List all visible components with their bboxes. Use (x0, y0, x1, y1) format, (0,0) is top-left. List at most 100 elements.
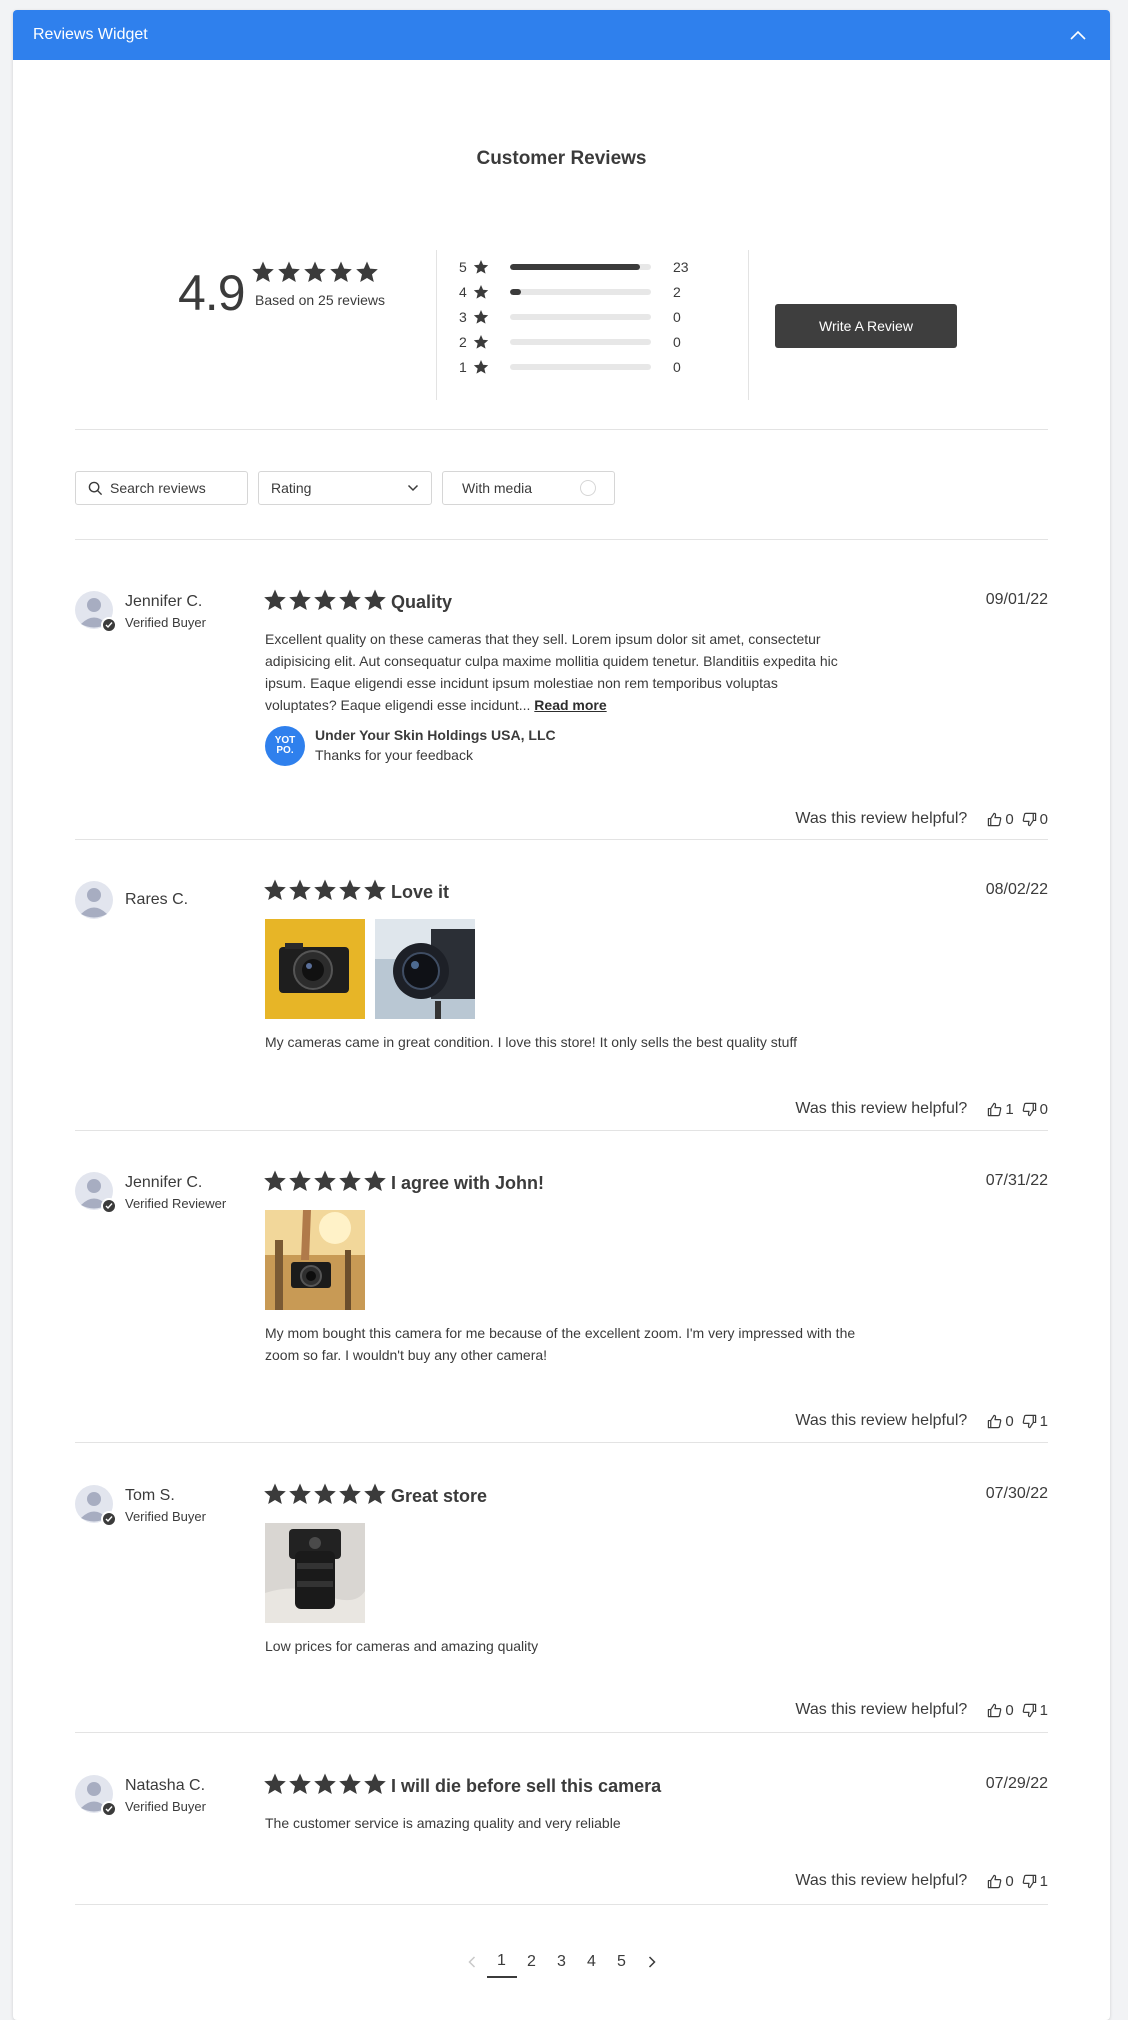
star-icon (304, 261, 326, 282)
thumbs-down-button[interactable]: 1 (1022, 1873, 1048, 1890)
search-box[interactable] (75, 471, 248, 505)
with-media-radio[interactable] (580, 480, 596, 496)
review-title: Quality (391, 592, 453, 612)
star-icon (364, 1483, 386, 1504)
review-photo-camera-street[interactable] (265, 1210, 365, 1310)
rating-dropdown[interactable]: Rating (258, 471, 432, 505)
helpful-votes: Was this review helpful? 0 1 (795, 1701, 1048, 1719)
review-photo-camera-yellow[interactable] (265, 919, 365, 1019)
star-icon (473, 284, 489, 299)
star-icon (314, 1773, 336, 1794)
verified-badge-icon (101, 1801, 117, 1817)
thumbs-down-count: 1 (1039, 1412, 1048, 1430)
thumbs-down-icon (1022, 812, 1036, 826)
thumbs-up-button[interactable]: 0 (987, 1872, 1014, 1890)
page-2-button[interactable]: 2 (517, 1953, 547, 1977)
write-review-button[interactable]: Write A Review (775, 304, 957, 348)
helpful-votes: Was this review helpful? 0 1 (795, 1412, 1048, 1430)
thumbs-up-count: 0 (1005, 1872, 1014, 1890)
divider (75, 1442, 1048, 1443)
star-icon (339, 1170, 361, 1191)
thumbs-down-icon (1022, 1703, 1036, 1717)
review-stars (263, 1772, 387, 1796)
divider (75, 1732, 1048, 1733)
helpful-votes: Was this review helpful? 0 1 (795, 1872, 1048, 1890)
review-photo-camera-lens[interactable] (375, 919, 475, 1019)
helpful-votes: Was this review helpful? 1 0 (795, 1100, 1048, 1118)
thumbs-up-count: 1 (1005, 1100, 1014, 1118)
verified-badge-icon (101, 617, 117, 633)
distribution-row[interactable]: 3 0 (459, 304, 689, 329)
reviewer-name: Tom S. (125, 1487, 175, 1504)
thumbs-up-icon (988, 1414, 1002, 1428)
distribution-bar (510, 338, 651, 345)
star-icon (264, 1773, 286, 1794)
star-icon (364, 1170, 386, 1191)
distribution-count: 2 (673, 283, 681, 300)
review-count: Based on 25 reviews (255, 292, 385, 308)
reply-author: Under Your Skin Holdings USA, LLC (315, 727, 556, 743)
star-icon (289, 589, 311, 610)
star-icon (264, 1483, 286, 1504)
star-icon (314, 589, 336, 610)
distribution-stars: 4 (459, 283, 467, 300)
review-photo-camera-table[interactable] (265, 1523, 365, 1623)
with-media-toggle[interactable]: With media (442, 471, 615, 505)
thumbs-down-button[interactable]: 1 (1022, 1702, 1048, 1719)
star-icon (289, 1773, 311, 1794)
distribution-bar (510, 288, 651, 295)
widget-title: Reviews Widget (33, 26, 148, 43)
reviewer-name: Rares C. (125, 891, 189, 908)
divider (75, 839, 1048, 840)
reviewer-badge: Verified Buyer (125, 1509, 206, 1524)
collapse-button[interactable] (1066, 23, 1090, 47)
review-date: 07/31/22 (985, 1172, 1048, 1189)
avatar (75, 1485, 117, 1527)
divider (436, 250, 437, 400)
star-icon (364, 879, 386, 900)
helpful-votes: Was this review helpful? 0 0 (795, 810, 1048, 828)
chevron-down-icon (407, 484, 419, 492)
star-icon (339, 589, 361, 610)
previous-page-button[interactable] (457, 1956, 487, 1974)
page-1-button[interactable]: 1 (486, 1952, 517, 1978)
distribution-count: 0 (673, 333, 681, 350)
star-icon (264, 589, 286, 610)
review-title: I will die before sell this camera (391, 1776, 662, 1796)
thumbs-down-count: 0 (1039, 810, 1048, 828)
page-3-button[interactable]: 3 (547, 1953, 577, 1977)
page-4-button[interactable]: 4 (577, 1953, 607, 1977)
search-input[interactable] (110, 480, 240, 496)
distribution-row[interactable]: 1 0 (459, 354, 689, 379)
rating-dropdown-label: Rating (271, 480, 312, 496)
review-filters: Rating With media (75, 471, 615, 505)
star-icon (314, 1483, 336, 1504)
thumbs-up-button[interactable]: 0 (987, 811, 1014, 828)
review-stars (263, 878, 387, 902)
thumbs-up-icon (988, 1102, 1002, 1116)
next-page-button[interactable] (637, 1956, 667, 1974)
review-body: The customer service is amazing quality … (265, 1815, 621, 1831)
avatar (75, 881, 113, 919)
thumbs-up-button[interactable]: 0 (987, 1413, 1014, 1430)
distribution-row[interactable]: 5 23 (459, 254, 689, 279)
review-date: 07/29/22 (985, 1775, 1048, 1792)
star-icon (339, 1483, 361, 1504)
thumbs-up-button[interactable]: 1 (987, 1100, 1014, 1118)
review-media (265, 1523, 365, 1623)
distribution-row[interactable]: 4 2 (459, 279, 689, 304)
page-5-button[interactable]: 5 (607, 1953, 637, 1977)
review-body: Excellent quality on these cameras that … (265, 628, 845, 716)
thumbs-down-button[interactable]: 0 (1022, 811, 1048, 828)
read-more-link[interactable]: Read more (534, 697, 606, 713)
star-icon (364, 1773, 386, 1794)
thumbs-down-button[interactable]: 0 (1022, 1101, 1048, 1118)
thumbs-up-button[interactable]: 0 (987, 1702, 1014, 1719)
star-icon (330, 261, 352, 282)
page-title: Customer Reviews (476, 148, 647, 169)
thumbs-down-button[interactable]: 1 (1022, 1413, 1048, 1430)
star-icon (364, 589, 386, 610)
review-item: Rares C. Love it 08/02/22 My cameras cam… (75, 878, 1048, 1131)
distribution-row[interactable]: 2 0 (459, 329, 689, 354)
thumbs-down-count: 1 (1039, 1701, 1048, 1719)
